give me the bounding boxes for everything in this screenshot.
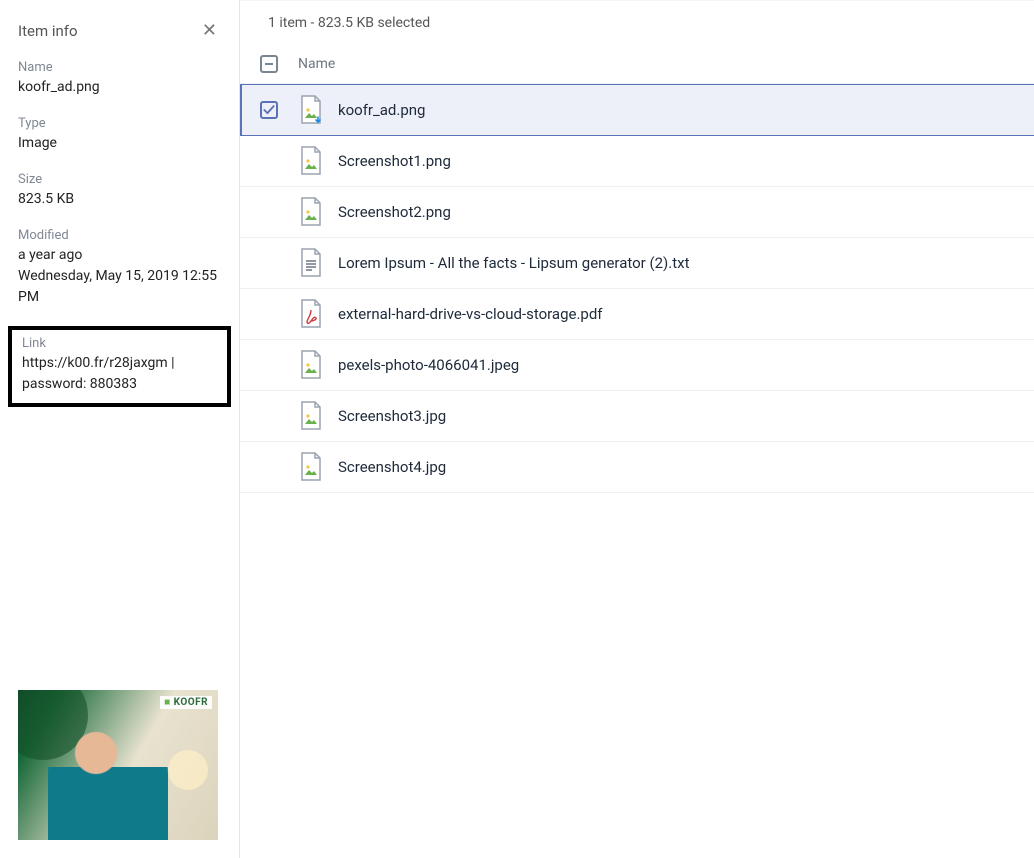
pdf-file-icon (298, 299, 324, 329)
modified-absolute: Wednesday, May 15, 2019 12:55 PM (18, 266, 221, 308)
image-file-icon (298, 197, 324, 227)
link-label: Link (22, 336, 217, 351)
image-file-icon (298, 401, 324, 431)
column-name[interactable]: Name (298, 56, 335, 72)
file-row[interactable]: external-hard-drive-vs-cloud-storage.pdf (240, 289, 1034, 340)
file-row[interactable]: Lorem Ipsum - All the facts - Lipsum gen… (240, 238, 1034, 289)
file-name: pexels-photo-4066041.jpeg (338, 356, 519, 374)
name-label: Name (18, 60, 221, 75)
modified-label: Modified (18, 228, 221, 243)
size-label: Size (18, 172, 221, 187)
image-file-icon (298, 95, 324, 125)
select-all-checkbox[interactable] (260, 55, 278, 73)
link-value[interactable]: https://k00.fr/r28jaxgm | password: 8803… (22, 353, 217, 395)
modified-relative: a year ago (18, 245, 221, 266)
file-row[interactable]: Screenshot4.jpg (240, 442, 1034, 493)
file-row[interactable]: Screenshot2.png (240, 187, 1034, 238)
highlight-box: Link https://k00.fr/r28jaxgm | password:… (8, 326, 231, 407)
file-name: Screenshot3.jpg (338, 407, 446, 425)
name-value: koofr_ad.png (18, 77, 221, 98)
type-value: Image (18, 133, 221, 154)
file-row[interactable]: Screenshot1.png (240, 136, 1034, 187)
selection-summary: 1 item - 823.5 KB selected (240, 1, 1034, 45)
item-info-panel: Item info ✕ Name koofr_ad.png Type Image… (0, 0, 240, 858)
file-name: Screenshot1.png (338, 152, 451, 170)
row-checkbox[interactable] (260, 101, 278, 119)
image-file-icon (298, 350, 324, 380)
brand-label: KOOFR (174, 697, 208, 708)
close-icon[interactable]: ✕ (198, 20, 221, 42)
image-file-icon (298, 452, 324, 482)
table-header: Name (240, 45, 1034, 83)
image-file-icon (298, 146, 324, 176)
file-name: Screenshot2.png (338, 203, 451, 221)
file-row[interactable]: koofr_ad.png (240, 84, 1034, 136)
file-rows: koofr_ad.png Screenshot1.png Screenshot2.p… (240, 83, 1034, 493)
file-list-panel: 1 item - 823.5 KB selected Name koofr_ad… (240, 0, 1034, 858)
type-label: Type (18, 116, 221, 131)
brand-icon: ■ (164, 697, 171, 708)
thumbnail-preview[interactable]: ■ KOOFR (18, 690, 218, 840)
file-row[interactable]: Screenshot3.jpg (240, 391, 1034, 442)
file-name: external-hard-drive-vs-cloud-storage.pdf (338, 305, 603, 323)
panel-title: Item info (18, 22, 78, 40)
file-name: koofr_ad.png (338, 101, 425, 119)
indeterminate-icon (265, 63, 273, 65)
size-value: 823.5 KB (18, 189, 221, 210)
text-file-icon (298, 248, 324, 278)
file-name: Screenshot4.jpg (338, 458, 446, 476)
file-row[interactable]: pexels-photo-4066041.jpeg (240, 340, 1034, 391)
file-name: Lorem Ipsum - All the facts - Lipsum gen… (338, 254, 689, 272)
